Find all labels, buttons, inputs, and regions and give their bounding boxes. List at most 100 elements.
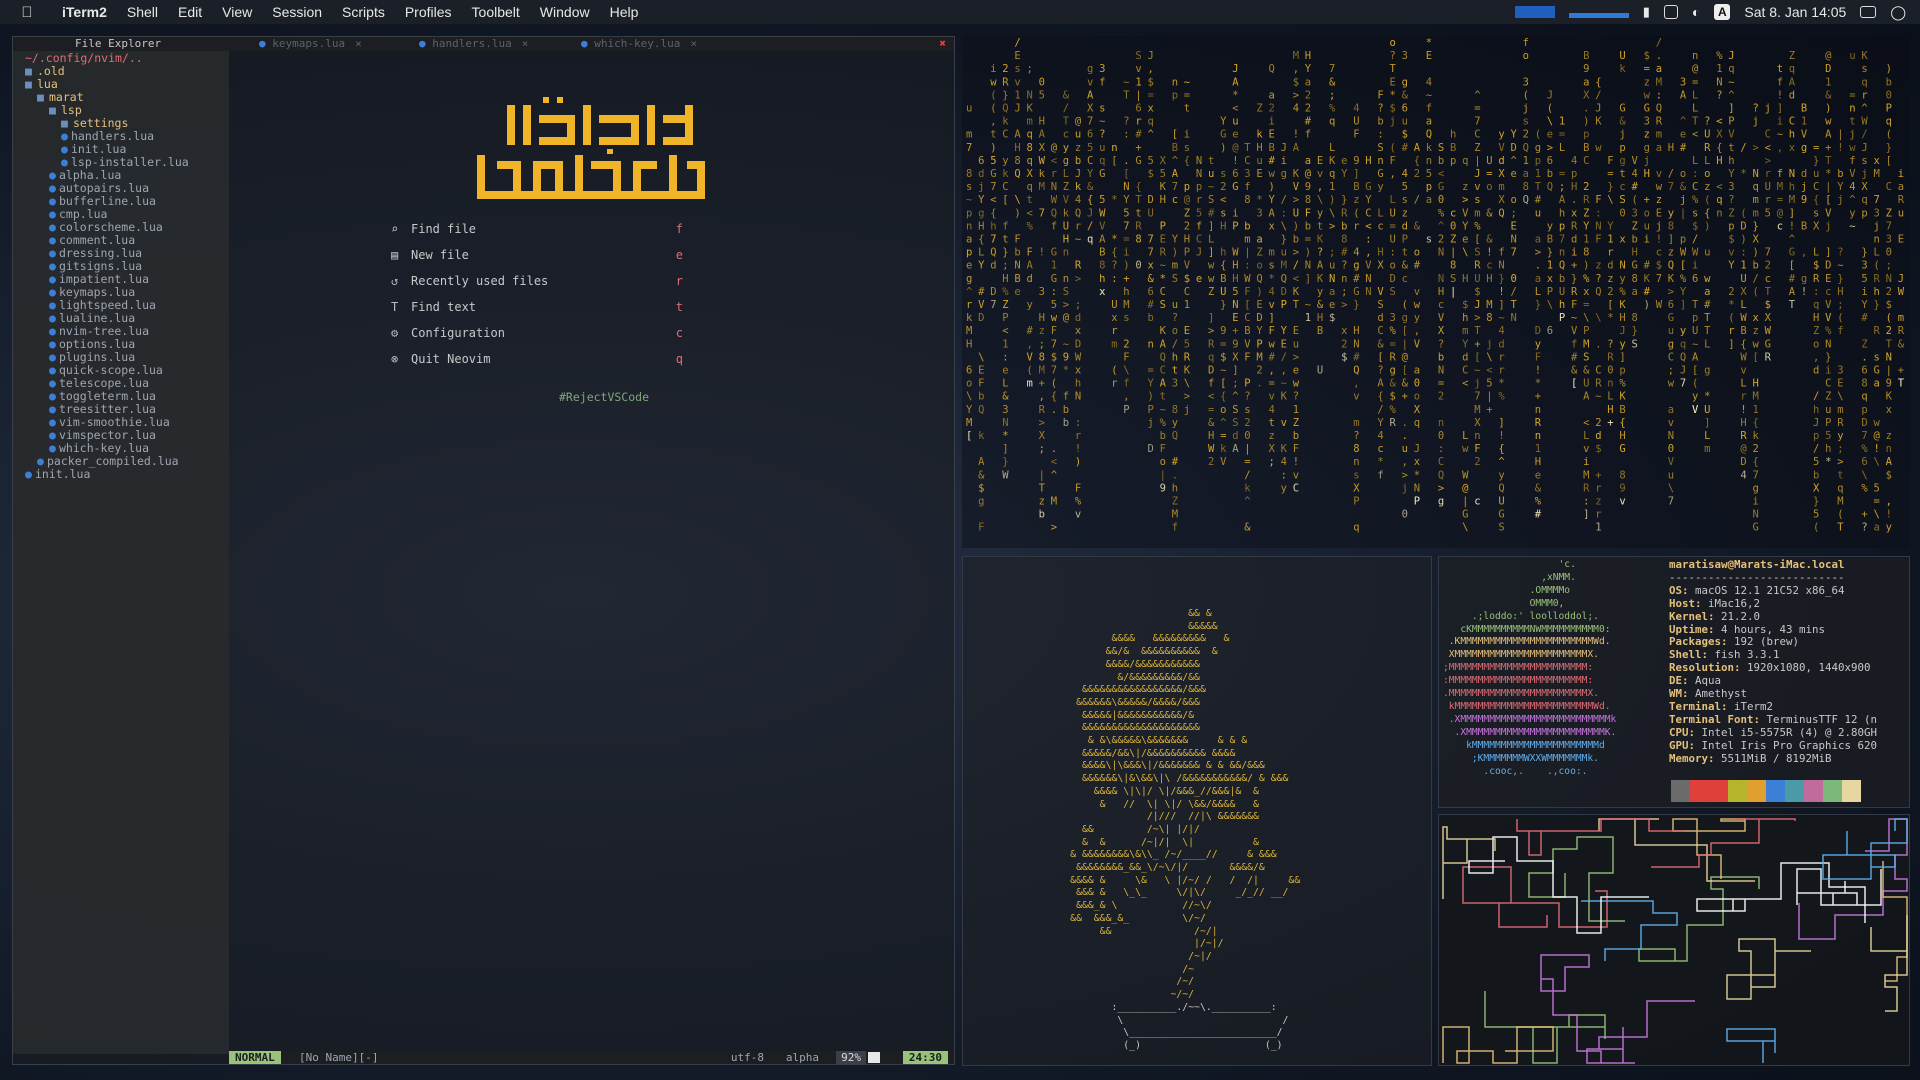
tree-file[interactable]: ● init.lua [13,468,229,481]
svg-text:L: L [1535,286,1541,298]
menu-edit[interactable]: Edit [168,4,212,20]
buffer-tab[interactable]: ● keymaps.lua × [259,37,362,50]
dashboard-button[interactable]: ⌕ Find file f [391,222,751,238]
svg-text:P: P [1547,286,1553,298]
svg-text:Y: Y [1123,194,1130,206]
svg-text:&: & [1619,116,1626,128]
dashboard-button[interactable]: ⚙ Configuration c [391,326,751,342]
svg-text:6: 6 [1547,155,1553,167]
dashboard-button[interactable]: ▤ New file e [391,248,751,264]
svg-text:j: j [1619,129,1625,141]
svg-text::: : [1111,273,1117,285]
vpn-icon[interactable]: ◐ [1692,4,1700,20]
svg-text:{: { [1813,194,1819,206]
menubar-clock[interactable]: Sat 8. Jan 14:05 [1744,4,1846,20]
menu-bar:  iTerm2 Shell Edit View Session Scripts… [0,0,1920,24]
menu-shell[interactable]: Shell [117,4,168,20]
close-icon[interactable]: ✖ [939,37,946,50]
svg-text:s: s [966,181,972,193]
system-info: maratisaw@Marats-iMac.local ------------… [1669,558,1877,766]
svg-text:p: p [1184,181,1190,193]
svg-text:}: } [1753,220,1759,232]
svg-text:#: # [1414,260,1421,272]
svg-text:&: & [1148,273,1155,285]
svg-text:J: J [1474,168,1480,180]
svg-text:w: w [1668,378,1675,390]
svg-text:!: ! [1535,365,1541,377]
menu-scripts[interactable]: Scripts [332,4,395,20]
svg-text:7: 7 [990,181,996,193]
buffer-tab[interactable]: ● which-key.lua × [581,37,697,50]
svg-text:1: 1 [1535,168,1541,180]
tab-close-icon[interactable]: × [355,37,362,50]
svg-text:w: w [1874,417,1881,429]
svg-text:c: c [1450,207,1456,219]
cbonsai-pane[interactable]: && & &&&&& &&&& &&&&&&&&& & &&/& &&&&&&&… [962,556,1432,1066]
svg-text:%: % [1002,286,1009,298]
svg-text:D: D [1825,63,1831,75]
tree-folder[interactable]: ■ lua [13,78,229,91]
svg-text:m: m [1353,417,1359,429]
menu-toolbelt[interactable]: Toolbelt [462,4,530,20]
dashboard-button[interactable]: ⊗ Quit Neovim q [391,352,751,368]
tab-close-icon[interactable]: × [690,37,697,50]
menu-session[interactable]: Session [262,4,332,20]
screen-icon[interactable] [1663,5,1678,19]
svg-text:/: / [1172,338,1178,350]
tree-item-label: treesitter.lua [59,402,156,416]
svg-text:B: B [1317,325,1323,337]
svg-text:t: t [1160,391,1166,403]
pipes-pane[interactable] [1438,814,1910,1066]
menu-help[interactable]: Help [600,4,649,20]
svg-text:{: { [1184,155,1190,167]
svg-text:8: 8 [1668,220,1674,232]
menu-profiles[interactable]: Profiles [395,4,462,20]
svg-text:t: t [1208,155,1214,167]
svg-text:|: | [1825,181,1831,193]
tree-item-label: impatient.lua [59,272,150,286]
svg-text:#: # [1172,456,1179,468]
info-label: Packages [1669,635,1722,649]
neofetch-pane[interactable]: 'c. ,xNMM. .OMMMMo OMMM0, .;loddo:' lool… [1438,556,1910,808]
notification-center-icon[interactable]: ◯ [1890,4,1906,21]
tree-item-label: vimspector.lua [59,428,156,442]
svg-text:9: 9 [1801,194,1807,206]
svg-text:R: R [1002,76,1009,88]
svg-text:a: a [1426,116,1432,128]
apple-menu-icon[interactable]:  [18,4,36,21]
buffer-tab-label: keymaps.lua [272,37,346,50]
input-source-icon[interactable]: A [1714,4,1731,20]
svg-text:=: = [1148,89,1154,101]
svg-text:c: c [1377,220,1383,232]
menu-view[interactable]: View [212,4,262,20]
svg-text:2: 2 [1220,181,1226,193]
battery-icon[interactable]: ▮ [1643,4,1650,20]
dashboard-button[interactable]: ↺ Recently used files r [391,274,751,290]
control-center-icon[interactable] [1860,6,1877,18]
menu-window[interactable]: Window [530,4,600,20]
svg-text:n: n [1535,404,1541,416]
tree-folder[interactable]: ■ marat [13,91,229,104]
buffer-tab[interactable]: ● handlers.lua × [419,37,528,50]
menu-app-name[interactable]: iTerm2 [52,4,117,20]
svg-text:$: $ [1184,273,1190,285]
network-graph-icon[interactable] [1568,6,1629,18]
svg-text:N: N [1123,181,1129,193]
cpu-graph-icon[interactable] [1514,6,1555,18]
svg-text:u: u [1898,207,1904,219]
svg-text:n: n [1886,443,1892,455]
svg-text:#: # [1269,351,1276,363]
neovim-pane[interactable]: File Explorer ● keymaps.lua × ● handlers.… [12,36,955,1065]
info-label: OS [1669,583,1683,597]
svg-text:#: # [1148,299,1155,311]
svg-text:#: # [1644,260,1651,272]
svg-text:A: A [1099,234,1106,246]
tab-close-icon[interactable]: × [522,37,529,50]
tree-file[interactable]: ● bufferline.lua [13,195,229,208]
svg-text:x: x [1111,312,1117,324]
svg-text:1: 1 [1547,260,1553,272]
svg-text:X: X [1160,155,1167,167]
dashboard-button[interactable]: T Find text t [391,300,751,316]
svg-text:b: b [1039,509,1045,521]
cmatrix-pane[interactable]: u m 7 8 s ~ p n a p e g ^ r k M H 6 o \ Y M[6 d j Yg H{L Y # V D \ E Fb Q… [962,36,1910,548]
